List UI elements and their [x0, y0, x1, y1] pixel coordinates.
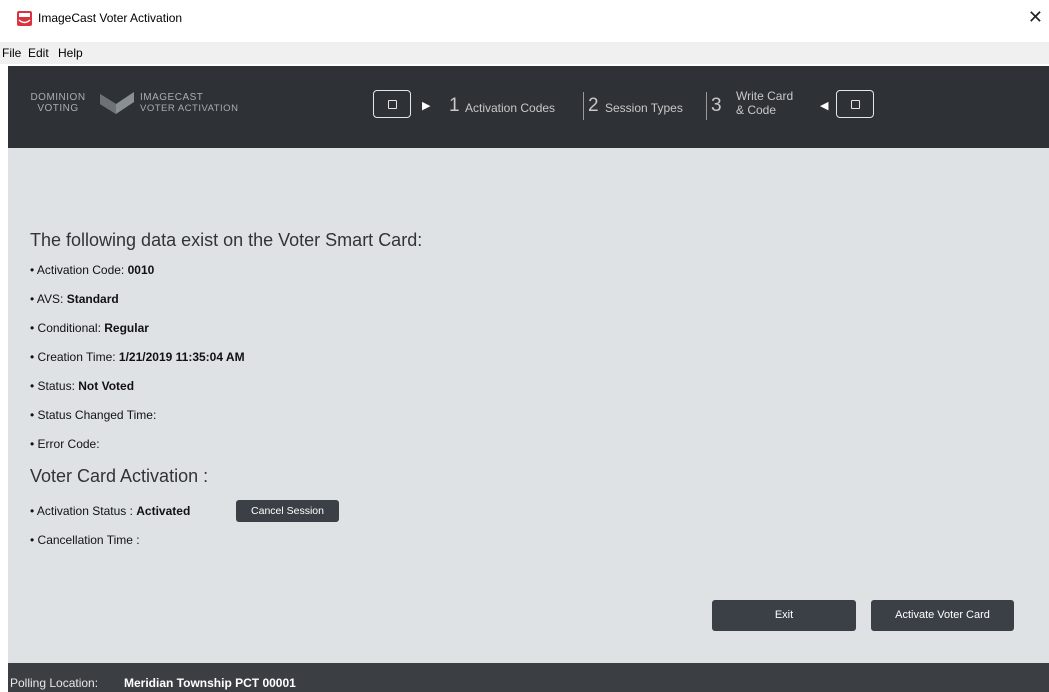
step-1-number: 1: [449, 95, 460, 116]
dominion-logo: DOMINION VOTING IMAGECAST VOTER ACTIVATI…: [22, 90, 252, 120]
field-cancellation-time: • Cancellation Time :: [30, 533, 140, 547]
step-2-number: 2: [588, 95, 599, 116]
main-content: The following data exist on the Voter Sm…: [8, 148, 1049, 663]
close-icon[interactable]: ✕: [1028, 8, 1043, 26]
polling-location-value: Meridian Township PCT 00001: [124, 676, 296, 690]
field-activation-status: • Activation Status : Activated: [30, 504, 191, 518]
arrow-left-icon: ◀: [820, 100, 829, 112]
field-avs: • AVS: Standard: [30, 292, 119, 306]
exit-button[interactable]: Exit: [712, 600, 856, 631]
field-status-changed-time: • Status Changed Time:: [30, 408, 157, 422]
field-status: • Status: Not Voted: [30, 379, 135, 393]
header-banner: DOMINION VOTING IMAGECAST VOTER ACTIVATI…: [8, 66, 1049, 148]
status-bar: Polling Location: Meridian Township PCT …: [8, 663, 1049, 692]
logo-mark-icon: [100, 92, 134, 114]
menu-bar: File Edit Help: [0, 42, 1049, 64]
field-conditional: • Conditional: Regular: [30, 321, 149, 335]
menu-file[interactable]: File: [2, 46, 21, 60]
step-divider: [583, 92, 584, 120]
window-title: ImageCast Voter Activation: [38, 11, 183, 25]
card-reader-left-icon: [373, 90, 411, 118]
window-left-edge: [0, 66, 8, 692]
title-bar: ImageCast Voter Activation ✕: [0, 0, 1049, 40]
menu-edit[interactable]: Edit: [28, 46, 49, 60]
polling-location-label: Polling Location:: [10, 676, 99, 690]
activation-heading: Voter Card Activation :: [30, 466, 209, 486]
step-3-label: Write Card & Code: [736, 89, 794, 117]
card-reader-right-icon: [836, 90, 874, 118]
app-ballot-icon: [17, 11, 32, 26]
arrow-right-icon: ▶: [422, 100, 431, 112]
logo-text-voter-activation: VOTER ACTIVATION: [140, 103, 239, 114]
logo-text-dominion: DOMINION: [30, 92, 86, 103]
field-activation-code: • Activation Code: 0010: [30, 263, 155, 277]
field-creation-time: • Creation Time: 1/21/2019 11:35:04 AM: [30, 350, 245, 364]
card-data-heading: The following data exist on the Voter Sm…: [30, 230, 423, 250]
step-3-number: 3: [711, 95, 722, 116]
step-1-label: Activation Codes: [465, 101, 556, 115]
activate-voter-card-button[interactable]: Activate Voter Card: [871, 600, 1014, 631]
step-2-label: Session Types: [605, 101, 683, 115]
field-error-code: • Error Code:: [30, 437, 100, 451]
menu-help[interactable]: Help: [58, 46, 83, 60]
logo-text-voting: VOTING: [37, 103, 79, 114]
cancel-session-button[interactable]: Cancel Session: [236, 500, 339, 522]
step-divider: [706, 92, 707, 120]
logo-text-imagecast: IMAGECAST: [140, 92, 204, 103]
